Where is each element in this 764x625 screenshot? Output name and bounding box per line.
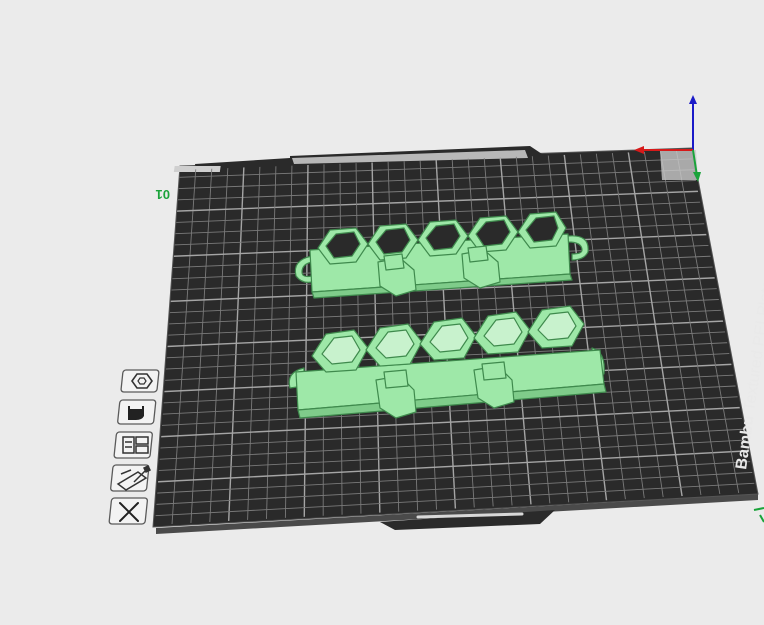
plate-toolbar	[108, 369, 160, 525]
plate-number-label: 01	[156, 187, 170, 202]
orient-tool-button[interactable]	[120, 369, 160, 393]
3d-viewport[interactable]: Bambu Textured PEI Plate 01	[0, 0, 764, 625]
plate-type-label: Bambu Textured PEI Plate	[733, 279, 764, 471]
edit-plate-tool-button[interactable]	[110, 464, 152, 492]
delete-tool-button[interactable]	[108, 497, 149, 525]
paint-tool-button[interactable]	[117, 399, 157, 425]
arrange-tool-button[interactable]	[113, 431, 153, 459]
